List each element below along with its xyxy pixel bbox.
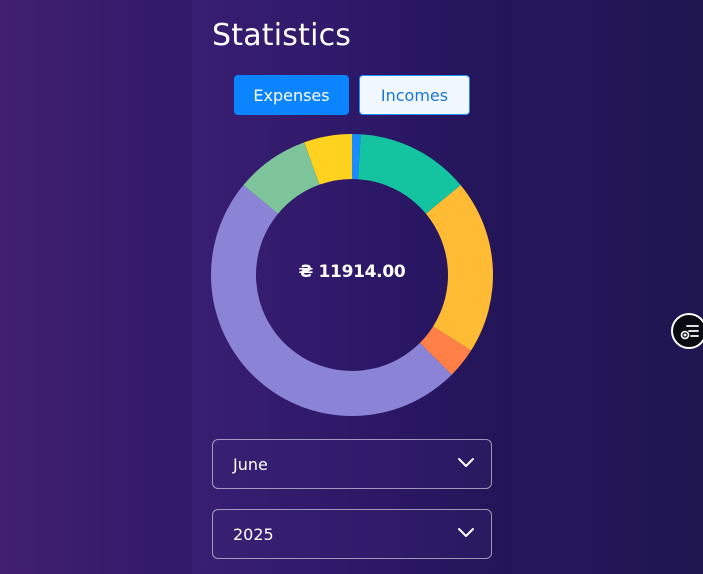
year-select[interactable]: 2025 xyxy=(212,509,492,559)
filter-list-icon xyxy=(680,325,699,340)
total-amount: ₴ 11914.00 xyxy=(298,262,406,282)
chevron-down-icon xyxy=(458,528,474,537)
tab-incomes[interactable]: Incomes xyxy=(359,75,470,115)
month-select-value: June xyxy=(233,455,268,474)
month-select[interactable]: June xyxy=(212,439,492,489)
page-title: Statistics xyxy=(212,18,352,53)
chevron-down-icon xyxy=(458,458,474,467)
tab-expenses[interactable]: Expenses xyxy=(234,75,349,115)
year-select-value: 2025 xyxy=(233,525,274,544)
type-tabs: Expenses Incomes xyxy=(234,75,470,115)
donut-segment-5[interactable] xyxy=(211,185,452,416)
filter-fab-button[interactable] xyxy=(671,313,703,349)
